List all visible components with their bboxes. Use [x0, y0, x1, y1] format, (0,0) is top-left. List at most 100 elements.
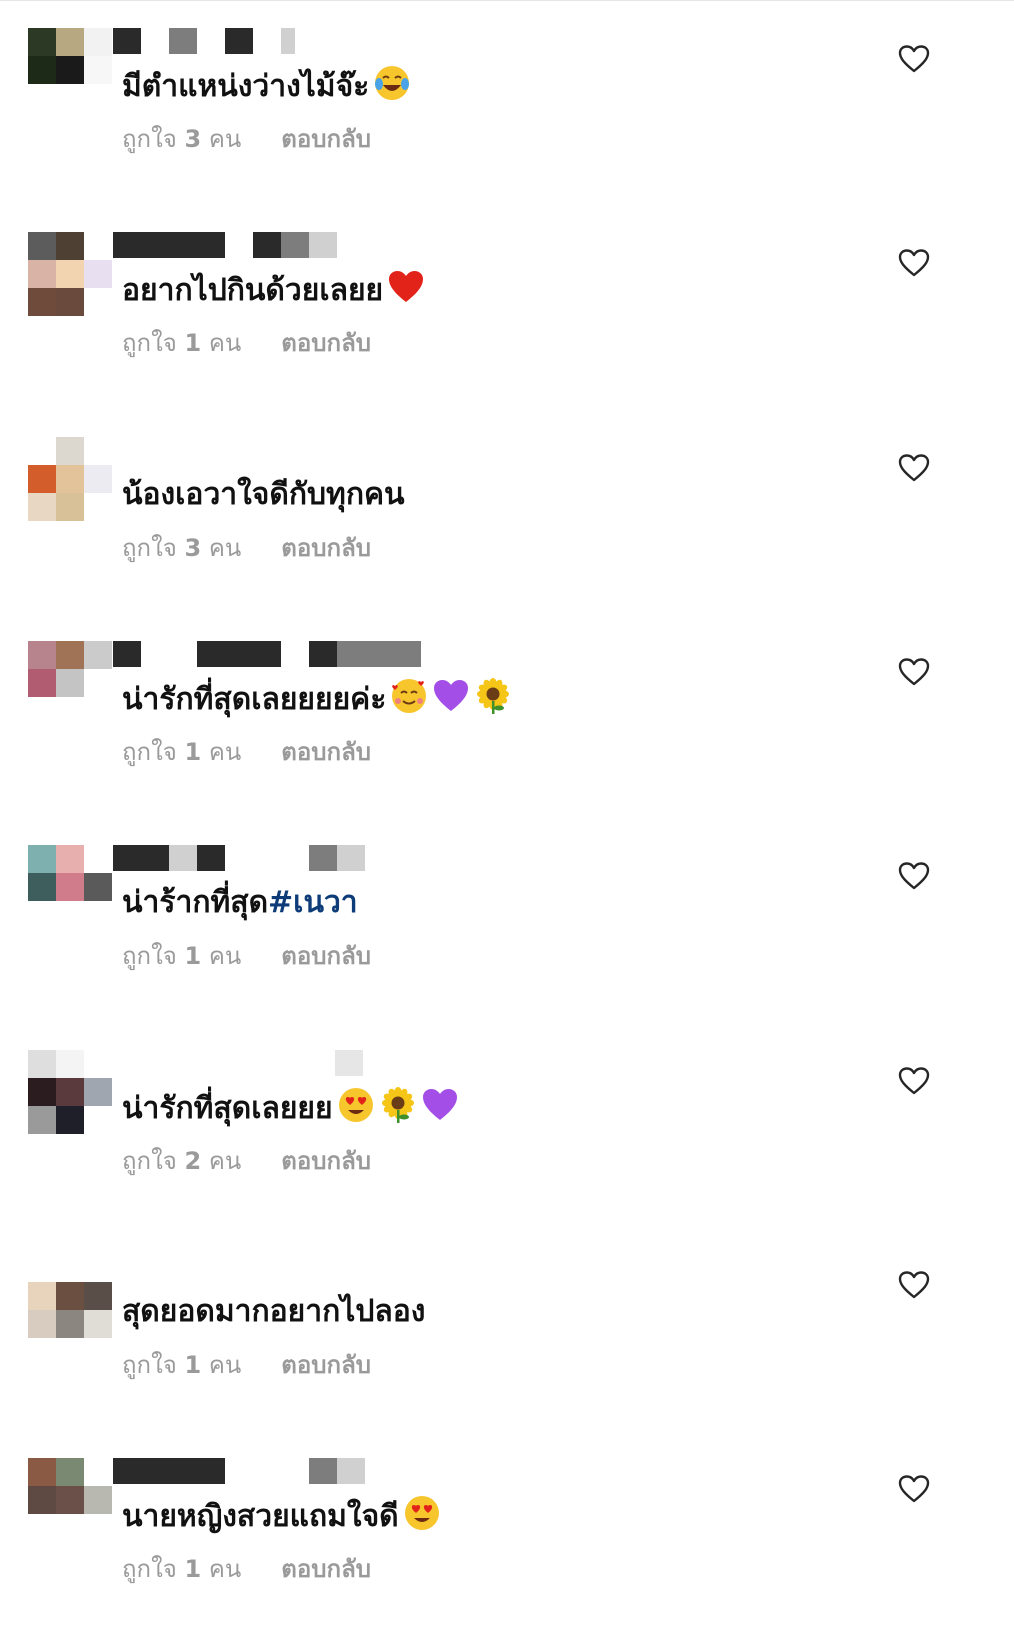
comment-row: สุดยอดมากอยากไปลองถูกใจ 1 คน ตอบกลับ — [0, 1226, 1014, 1430]
likes-prefix: ถูกใจ — [122, 737, 177, 766]
username-redacted[interactable] — [113, 436, 413, 463]
comment-meta: ถูกใจ 3 คน ตอบกลับ — [122, 531, 371, 565]
likes-number: 1 — [184, 942, 202, 971]
likes-number: 1 — [184, 1555, 202, 1584]
purple-heart-emoji-icon — [432, 677, 470, 715]
likes-count-link[interactable]: ถูกใจ 1 คน — [122, 1552, 241, 1586]
reply-button[interactable]: ตอบกลับ — [281, 326, 371, 360]
likes-count-link[interactable]: ถูกใจ 2 คน — [122, 1144, 241, 1178]
username-redacted[interactable] — [113, 232, 337, 259]
comment-body: น่ารักที่สุดเลยยยยค่ะ — [122, 681, 387, 717]
username-redacted[interactable] — [113, 845, 365, 872]
comment-text: น่ารักที่สุดเลยยยยค่ะ — [122, 677, 512, 722]
comment-row: น้องเอวาใจดีกับทุกคนถูกใจ 3 คน ตอบกลับ — [0, 409, 1014, 613]
comment-text: สุดยอดมากอยากไปลอง — [122, 1290, 425, 1334]
comment-row: น่ารักที่สุดเลยยยยค่ะถูกใจ 1 คน ตอบกลับ — [0, 613, 1014, 817]
comment-row: นายหญิงสวยแถมใจดีถูกใจ 1 คน ตอบกลับ — [0, 1430, 1014, 1634]
comment-body: น่าร้ากที่สุด — [122, 885, 269, 921]
heart-outline-icon[interactable] — [898, 861, 930, 891]
likes-number: 2 — [184, 1146, 202, 1175]
purple-heart-emoji-icon — [421, 1086, 459, 1124]
avatar[interactable] — [28, 28, 112, 112]
reply-button[interactable]: ตอบกลับ — [281, 1144, 371, 1178]
likes-prefix: ถูกใจ — [122, 125, 177, 153]
reply-button[interactable]: ตอบกลับ — [281, 1552, 371, 1586]
likes-suffix: คน — [208, 737, 242, 766]
comment-body: สุดยอดมากอยากไปลอง — [122, 1293, 426, 1329]
comment-body: น่ารักที่สุดเลยยย — [122, 1090, 333, 1126]
reply-button[interactable]: ตอบกลับ — [281, 122, 371, 156]
comment-meta: ถูกใจ 1 คน ตอบกลับ — [122, 735, 371, 769]
reply-button[interactable]: ตอบกลับ — [281, 531, 371, 565]
avatar[interactable] — [28, 1458, 112, 1543]
likes-prefix: ถูกใจ — [122, 942, 177, 971]
heart-outline-icon[interactable] — [898, 657, 930, 687]
username-redacted[interactable] — [113, 28, 295, 54]
comment-text: อยากไปกินด้วยเลยย — [122, 268, 425, 313]
likes-number: 1 — [184, 1350, 202, 1379]
comment-text: น่ารักที่สุดเลยยย — [122, 1086, 459, 1131]
likes-count-link[interactable]: ถูกใจ 3 คน — [122, 531, 241, 565]
comment-body: น้องเอวาใจดีกับทุกคน — [122, 476, 405, 512]
comment-text: นายหญิงสวยแถมใจดี — [122, 1494, 441, 1539]
reply-button[interactable]: ตอบกลับ — [281, 1348, 371, 1382]
comment-row: น่าร้ากที่สุด#เนวาถูกใจ 1 คน ตอบกลับ — [0, 817, 1014, 1021]
likes-suffix: คน — [208, 1146, 242, 1175]
likes-count-link[interactable]: ถูกใจ 1 คน — [122, 326, 241, 360]
reply-button[interactable]: ตอบกลับ — [281, 735, 371, 769]
username-redacted[interactable] — [113, 640, 421, 667]
comment-meta: ถูกใจ 1 คน ตอบกลับ — [122, 326, 371, 360]
likes-count-link[interactable]: ถูกใจ 1 คน — [122, 939, 241, 973]
avatar[interactable] — [28, 1253, 112, 1338]
likes-number: 1 — [184, 329, 202, 358]
comment-meta: ถูกใจ 3 คน ตอบกลับ — [122, 122, 371, 156]
username-redacted[interactable] — [113, 1458, 365, 1485]
comment-body: อยากไปกินด้วยเลยย — [122, 273, 384, 309]
username-redacted[interactable] — [113, 1253, 413, 1280]
comment-text: น่าร้ากที่สุด#เนวา — [122, 881, 358, 925]
heart-outline-icon[interactable] — [898, 1270, 930, 1300]
likes-suffix: คน — [208, 329, 242, 358]
avatar[interactable] — [28, 640, 112, 725]
sunflower-emoji-icon — [379, 1086, 417, 1124]
likes-count-link[interactable]: ถูกใจ 3 คน — [122, 122, 241, 156]
comment-row: น่ารักที่สุดเลยยยถูกใจ 2 คน ตอบกลับ — [0, 1022, 1014, 1226]
likes-suffix: คน — [208, 942, 242, 971]
heart-eyes-emoji-icon — [403, 1494, 441, 1532]
likes-number: 1 — [184, 737, 202, 766]
heart-outline-icon[interactable] — [898, 248, 930, 278]
likes-prefix: ถูกใจ — [122, 1555, 177, 1584]
heart-outline-icon[interactable] — [898, 1474, 930, 1504]
avatar[interactable] — [28, 436, 112, 521]
avatar[interactable] — [28, 232, 112, 317]
comment-body: มีตำแหน่งว่างไม้จ๊ะ — [122, 69, 370, 104]
sunflower-emoji-icon — [474, 677, 512, 715]
reply-button[interactable]: ตอบกลับ — [281, 939, 371, 973]
likes-suffix: คน — [208, 533, 242, 562]
comment-body: นายหญิงสวยแถมใจดี — [122, 1499, 399, 1535]
username-redacted[interactable] — [113, 1049, 363, 1076]
avatar[interactable] — [28, 1049, 112, 1134]
comment-meta: ถูกใจ 2 คน ตอบกลับ — [122, 1144, 371, 1178]
likes-prefix: ถูกใจ — [122, 1350, 177, 1379]
hashtag-link[interactable]: #เนวา — [268, 885, 358, 920]
comment-row: มีตำแหน่งว่างไม้จ๊ะถูกใจ 3 คน ตอบกลับ — [0, 0, 1014, 204]
likes-suffix: คน — [208, 125, 242, 153]
likes-number: 3 — [184, 125, 202, 153]
comment-text: มีตำแหน่งว่างไม้จ๊ะ — [122, 64, 411, 109]
comment-meta: ถูกใจ 1 คน ตอบกลับ — [122, 939, 371, 973]
heart-outline-icon[interactable] — [898, 44, 930, 74]
comment-meta: ถูกใจ 1 คน ตอบกลับ — [122, 1348, 371, 1382]
likes-count-link[interactable]: ถูกใจ 1 คน — [122, 1348, 241, 1382]
smiling-hearts-emoji-icon — [390, 677, 428, 715]
likes-count-link[interactable]: ถูกใจ 1 คน — [122, 735, 241, 769]
heart-outline-icon[interactable] — [898, 453, 930, 483]
laughing-tears-emoji-icon — [373, 64, 411, 102]
avatar[interactable] — [28, 845, 112, 930]
likes-suffix: คน — [208, 1555, 242, 1584]
comment-text: น้องเอวาใจดีกับทุกคน — [122, 473, 405, 517]
heart-outline-icon[interactable] — [898, 1066, 930, 1096]
likes-prefix: ถูกใจ — [122, 533, 177, 562]
likes-suffix: คน — [208, 1350, 242, 1379]
heart-eyes-emoji-icon — [337, 1086, 375, 1124]
